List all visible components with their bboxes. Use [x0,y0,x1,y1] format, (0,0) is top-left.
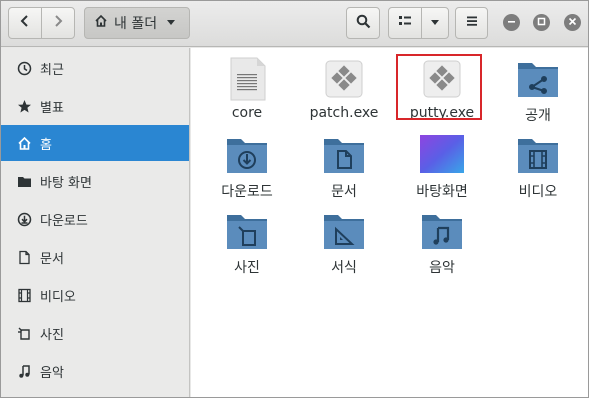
document-icon [16,249,32,265]
sidebar-item-label: 비디오 [40,289,76,305]
download-icon [16,211,32,227]
chevron-down-icon [166,16,176,31]
file-item-templates[interactable]: 서식 [296,205,386,277]
file-view: core patch.exe putty.exe 공개 다운로드 문서 바탕화면… [191,48,588,397]
desktop-folder-icon [16,173,32,189]
view-options-button[interactable] [421,7,449,39]
music-icon [16,363,32,379]
forward-button[interactable] [41,7,75,39]
search-button[interactable] [346,7,380,39]
view-mode-button[interactable] [388,7,422,39]
sidebar-item-pictures[interactable]: 사진 [1,315,189,351]
home-icon [94,14,108,32]
file-item-patch-exe[interactable]: patch.exe [296,53,386,125]
file-name: patch.exe [309,105,379,121]
file-name: 서식 [331,260,357,276]
file-name: 문서 [331,184,357,200]
file-name: 사진 [234,260,260,276]
file-item-downloads[interactable]: 다운로드 [199,129,289,201]
file-name: 음악 [429,260,455,276]
sidebar-item-label: 바탕 화면 [40,175,92,191]
file-name: 바탕화면 [416,184,468,200]
minimize-button[interactable] [503,14,520,31]
sidebar-item-label: 최근 [40,62,64,78]
path-label: 내 폴더 [114,16,158,32]
home-icon [16,135,32,151]
file-item-desktop[interactable]: 바탕화면 [394,129,484,201]
file-name: core [231,105,263,121]
header-bar: 내 폴더 [1,1,588,47]
text-file-icon [225,57,269,101]
back-button[interactable] [8,7,42,39]
file-item-core[interactable]: core [199,53,289,125]
sidebar-item-label: 다운로드 [40,213,88,229]
hamburger-icon [466,15,478,31]
close-button[interactable] [564,14,581,31]
file-manager-window: 내 폴더 최근 별표 홈 바탕 화면 다운로드 문서 비디오 사진 음악 cor… [0,0,589,398]
sidebar-item-downloads[interactable]: 다운로드 [1,201,189,237]
maximize-button[interactable] [533,14,550,31]
sidebar-item-label: 홈 [40,137,52,153]
desktop-folder-icon [420,133,464,177]
path-bar-home-button[interactable]: 내 폴더 [84,7,190,39]
sidebar-item-label: 문서 [40,251,64,267]
file-item-pictures[interactable]: 사진 [199,205,289,277]
file-item-public[interactable]: 공개 [490,53,580,125]
file-name: 공개 [525,108,551,124]
sidebar-item-home[interactable]: 홈 [1,125,189,161]
minimize-icon [507,15,516,30]
sidebar-item-label: 음악 [40,365,64,381]
sidebar-item-label: 사진 [40,327,64,343]
file-name: 다운로드 [221,184,273,200]
video-folder-icon [516,133,560,177]
documents-folder-icon [322,133,366,177]
sidebar-item-music[interactable]: 음악 [1,353,189,389]
forward-icon [52,14,64,32]
file-item-videos[interactable]: 비디오 [490,129,580,201]
sidebar-item-recent[interactable]: 최근 [1,50,189,86]
main-menu-button[interactable] [455,7,488,39]
download-folder-icon [225,133,269,177]
file-item-documents[interactable]: 문서 [296,129,386,201]
sidebar-item-desktop[interactable]: 바탕 화면 [1,163,189,199]
templates-folder-icon [322,209,366,253]
sidebar-item-starred[interactable]: 별표 [1,88,189,124]
chevron-down-icon [430,16,440,31]
sidebar-item-label: 별표 [40,100,64,116]
sidebar-item-videos[interactable]: 비디오 [1,277,189,313]
search-icon [356,14,371,33]
close-icon [568,15,577,30]
file-item-music[interactable]: 음악 [394,205,484,277]
back-icon [19,14,31,32]
star-icon [16,98,32,114]
list-view-icon [398,15,412,31]
file-name: 비디오 [518,184,558,200]
sidebar: 최근 별표 홈 바탕 화면 다운로드 문서 비디오 사진 음악 [1,48,190,397]
sidebar-item-documents[interactable]: 문서 [1,239,189,275]
share-folder-icon [516,57,560,101]
camera-icon [16,325,32,341]
selection-highlight [396,54,482,120]
pictures-folder-icon [225,209,269,253]
music-folder-icon [420,209,464,253]
clock-icon [16,60,32,76]
maximize-icon [537,15,546,30]
film-icon [16,287,32,303]
executable-icon [322,57,366,101]
